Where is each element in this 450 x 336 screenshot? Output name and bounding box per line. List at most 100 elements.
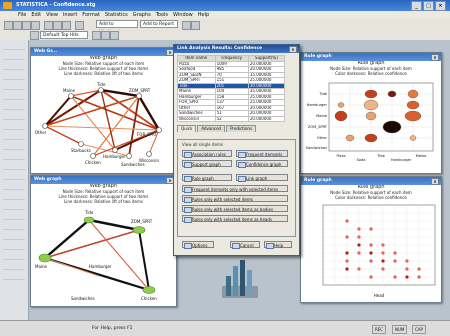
cut-icon[interactable] <box>44 21 53 30</box>
tab-advanced[interactable]: Advanced <box>197 125 226 132</box>
rule-graph-window: Rule graph × Rule graph Node Size: Relat… <box>300 52 442 174</box>
rule-graph-2-note: Color darkness: Relative confidence <box>335 195 407 200</box>
association-rules-button[interactable]: Association rules <box>182 150 232 158</box>
italic-icon[interactable] <box>101 31 110 40</box>
web-graph-1-titlebar: Web Gr... × <box>31 48 176 56</box>
link-analysis-dialog: Link Analysis Results: Confidence × Item… <box>173 44 300 256</box>
rule-graph-button[interactable]: Rule graph <box>182 174 232 182</box>
paste-icon[interactable] <box>62 21 71 30</box>
frequent-itemsets-selected-button[interactable]: Frequent itemsets only with selected ite… <box>182 185 288 193</box>
node-label: Other <box>35 130 47 135</box>
node-label: ZOM_SPRT <box>131 219 153 224</box>
status-bar: For Help, press F1 REC NUM CAP <box>0 320 450 336</box>
dialog-tabs: Quick Advanced Predictions <box>177 125 296 132</box>
button-label: Options <box>192 243 208 248</box>
rule-x-label: Maine <box>416 154 428 158</box>
web-graph-2-titlebar: Web graph × <box>31 176 176 184</box>
rule-graph-header: Rule graph Node Size: Relative support o… <box>301 61 441 77</box>
app-titlebar: STATISTICA - Confidence.stg _ □ × <box>0 0 450 11</box>
rules-selected-heads-button[interactable]: Rules only with selected items as heads <box>182 215 288 223</box>
menu-window[interactable]: Window <box>173 11 193 19</box>
menu-insert[interactable]: Insert <box>63 11 77 19</box>
close-icon[interactable]: × <box>431 178 439 185</box>
cancel-button[interactable]: Cancel <box>230 241 260 249</box>
close-icon[interactable]: × <box>431 54 439 61</box>
status-num: NUM <box>392 325 408 334</box>
copy-icon[interactable] <box>53 21 62 30</box>
menu-view[interactable]: View <box>46 11 58 19</box>
statistica-app: STATISTICA - Confidence.stg _ □ × File E… <box>0 0 450 336</box>
zoom-icon[interactable] <box>30 31 39 40</box>
print-icon[interactable] <box>31 21 40 30</box>
close-icon[interactable]: × <box>289 46 297 53</box>
undo-icon[interactable] <box>75 21 84 30</box>
confidence-graph-button[interactable]: Confidence graph <box>236 160 288 168</box>
rule-y-label: Maine <box>316 114 328 118</box>
node-label: Sandwiches <box>71 296 95 301</box>
rule-graph-2-title: Rule graph <box>304 178 332 183</box>
button-label: Rule graph <box>192 176 214 181</box>
node-label: Sandwiches <box>121 162 145 167</box>
table-row[interactable]: Wisconsin 52 20.000000 <box>177 115 286 122</box>
rule-graph-plot: Tide Hamburger Maine ZOM_SPRT Other Sand… <box>306 82 434 162</box>
rules-icon <box>184 152 192 158</box>
rules-icon <box>184 197 192 203</box>
options-button[interactable]: Options <box>182 241 214 249</box>
color-icon[interactable] <box>110 31 119 40</box>
add-to-report-button[interactable]: Add to Report <box>140 20 178 28</box>
statistica-app-icon <box>3 2 12 9</box>
results-header-row: Item name Frequency Support(%) <box>177 55 286 62</box>
close-icon[interactable]: × <box>435 1 446 11</box>
open-icon[interactable] <box>13 21 22 30</box>
rule-x-label: Hamburger <box>391 158 412 162</box>
node-label: Chicken <box>141 296 157 301</box>
bold-icon[interactable] <box>92 31 101 40</box>
new-icon[interactable] <box>4 21 13 30</box>
dialog-title: Link Analysis Results: Confidence <box>177 46 263 51</box>
button-label: Link graph <box>246 176 268 181</box>
minimize-icon[interactable]: _ <box>411 1 422 11</box>
tab-predictions[interactable]: Predictions <box>226 125 257 132</box>
support-graph-button[interactable]: Support graph <box>182 160 232 168</box>
menu-format[interactable]: Format <box>82 11 100 19</box>
link-graph-button[interactable]: Link graph <box>236 174 288 182</box>
tool-icon[interactable] <box>182 21 191 30</box>
itemsets-icon <box>184 187 192 193</box>
tab-quick[interactable]: Quick <box>177 125 197 132</box>
graph-icon <box>184 176 192 182</box>
rule-y-label: Hamburger <box>307 103 328 107</box>
menu-help[interactable]: Help <box>198 11 209 19</box>
button-label: Confidence graph <box>246 162 282 167</box>
web-graph-2-title: Web graph <box>34 177 62 182</box>
web-graph-1-header: Web graph Node Size: Relative support of… <box>31 56 176 77</box>
rule-graph-2-titlebar: Rule graph × <box>301 177 441 185</box>
rule-graph-2-x-axis: Head <box>374 293 385 298</box>
frequent-itemsets-button[interactable]: Frequent itemsets <box>236 150 288 158</box>
menu-tools[interactable]: Tools <box>156 11 168 19</box>
add-to-workbook-button[interactable]: Add to Workbook <box>96 20 138 35</box>
menu-graphs[interactable]: Graphs <box>133 11 151 19</box>
status-cap: CAP <box>412 325 426 334</box>
maximize-icon[interactable]: □ <box>423 1 434 11</box>
web-graph-1-plot: Tide ZOM_SPRT Maine Other FOR_SPRT Starb… <box>35 82 162 167</box>
help-icon[interactable] <box>191 21 200 30</box>
button-label: Rules only with selected items as heads <box>192 217 272 222</box>
zoom-select[interactable]: Default Top Hits <box>40 31 88 39</box>
rule-graph-note: Color darkness: Relative confidence <box>335 71 407 76</box>
rules-selected-bodies-button[interactable]: Rules only with selected items as bodies <box>182 205 288 213</box>
options-icon <box>184 243 192 249</box>
graph-icon <box>238 162 246 168</box>
save-icon[interactable] <box>22 21 31 30</box>
rules-selected-button[interactable]: Rules only with selected items <box>182 195 288 203</box>
window-controls: _ □ × <box>411 1 446 11</box>
menu-edit[interactable]: Edit <box>31 11 41 19</box>
group-label: View all single items <box>182 142 223 147</box>
menu-bar: File Edit View Insert Format Statistics … <box>0 11 450 19</box>
table-cell: Wisconsin <box>177 115 216 122</box>
app-title: STATISTICA - Confidence.stg <box>16 2 96 8</box>
rule-graph-2-header: Rule graph Node Size: Relative support o… <box>301 185 441 201</box>
menu-file[interactable]: File <box>18 11 26 19</box>
menu-statistics[interactable]: Statistics <box>105 11 128 19</box>
tab-panel-quick: View all single items Association rules … <box>177 139 296 237</box>
help-button[interactable]: Help <box>264 241 292 249</box>
